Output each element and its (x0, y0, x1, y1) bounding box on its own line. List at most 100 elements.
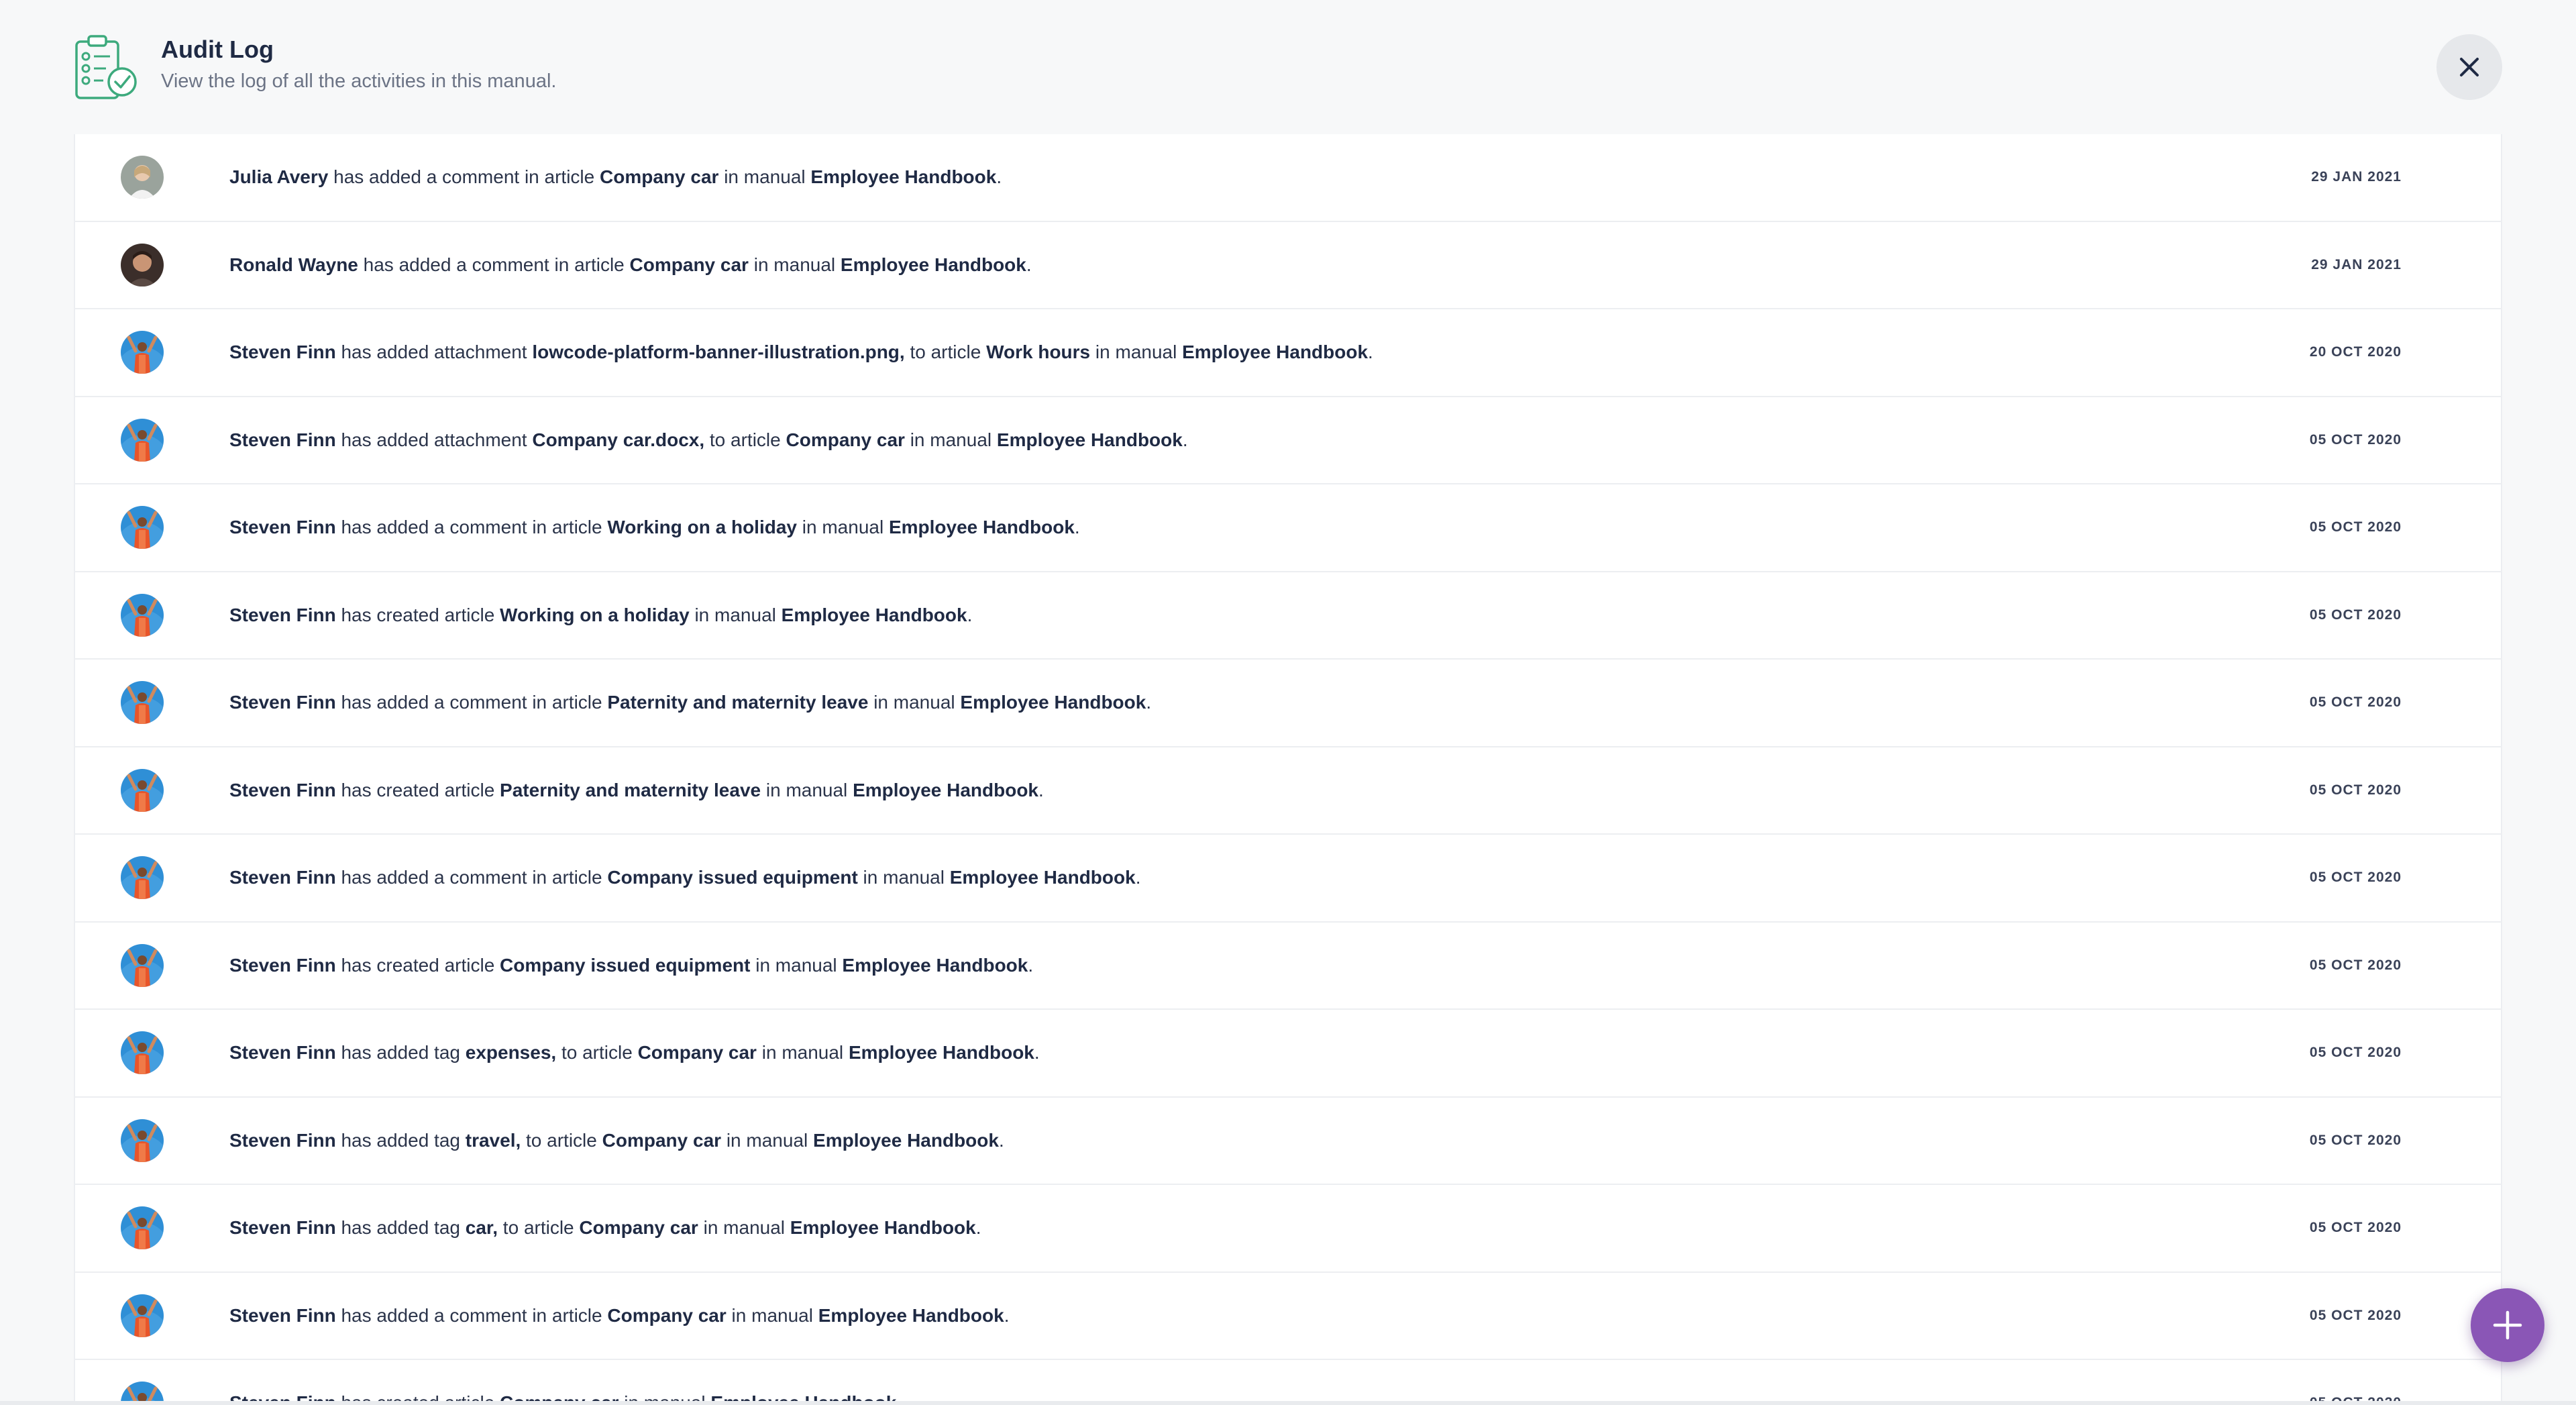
log-message: Steven Finn has added attachment lowcode… (229, 339, 1373, 366)
log-entity: Paternity and maternity leave (500, 779, 761, 800)
log-entity: Company car (607, 1304, 727, 1326)
log-text: in manual (857, 867, 950, 888)
log-message: Steven Finn has added tag expenses, to a… (229, 1039, 1040, 1066)
log-text: . (1146, 692, 1152, 713)
log-text: . (1028, 954, 1034, 976)
log-text: . (1026, 254, 1032, 275)
log-date: 05 OCT 2020 (2309, 1307, 2402, 1323)
avatar (121, 243, 164, 287)
log-entity: Steven Finn (229, 692, 336, 713)
log-entity: Employee Handbook (842, 954, 1028, 976)
log-text: in manual (868, 692, 961, 713)
log-row[interactable]: Steven Finn has added a comment in artic… (75, 1273, 2501, 1360)
avatar (121, 768, 164, 812)
log-text: has added attachment (335, 342, 533, 363)
log-row[interactable]: Steven Finn has added tag expenses, to a… (75, 1010, 2501, 1098)
page-subtitle: View the log of all the activities in th… (161, 70, 557, 92)
log-message: Steven Finn has created article Working … (229, 602, 972, 629)
log-text: . (1034, 1042, 1040, 1063)
avatar (121, 593, 164, 637)
close-button[interactable] (2436, 34, 2502, 100)
avatar (121, 1118, 164, 1162)
log-entity: Steven Finn (229, 867, 336, 888)
log-entity: Steven Finn (229, 517, 336, 538)
log-entity: Julia Avery (229, 166, 329, 188)
log-date: 05 OCT 2020 (2309, 1220, 2402, 1236)
log-date: 05 OCT 2020 (2309, 782, 2402, 798)
log-row[interactable]: Julia Avery has added a comment in artic… (75, 134, 2501, 222)
log-text: has added attachment (335, 429, 533, 450)
log-text: . (1038, 779, 1044, 800)
log-text: in manual (689, 604, 782, 625)
log-entity: Steven Finn (229, 604, 336, 625)
log-entity: Employee Handbook (848, 1042, 1034, 1063)
log-row[interactable]: Steven Finn has created article Company … (75, 1360, 2501, 1405)
log-row[interactable]: Steven Finn has added tag car, to articl… (75, 1185, 2501, 1273)
log-text: has added a comment in article (335, 692, 608, 713)
log-text: has added tag (335, 1217, 466, 1239)
log-text: has created article (335, 954, 500, 976)
add-button[interactable] (2471, 1288, 2544, 1362)
log-text: . (1135, 867, 1141, 888)
log-message: Steven Finn has created article Paternit… (229, 777, 1044, 804)
log-text: has added tag (335, 1042, 466, 1063)
plus-icon (2493, 1310, 2522, 1340)
log-entity: Employee Handbook (853, 779, 1038, 800)
log-date: 20 OCT 2020 (2309, 344, 2402, 360)
log-text: in manual (721, 1129, 814, 1151)
log-entity: Working on a holiday (500, 604, 690, 625)
log-text: to article (498, 1217, 580, 1239)
log-text: . (1368, 342, 1373, 363)
log-message: Julia Avery has added a comment in artic… (229, 164, 1002, 191)
log-row[interactable]: Steven Finn has added tag travel, to art… (75, 1098, 2501, 1185)
log-text: to article (556, 1042, 638, 1063)
log-entity: Steven Finn (229, 429, 336, 450)
log-entity: Company car (579, 1217, 698, 1239)
log-text: . (975, 1217, 981, 1239)
log-entity: Company car (786, 429, 905, 450)
log-message: Steven Finn has added tag travel, to art… (229, 1127, 1004, 1154)
log-row[interactable]: Steven Finn has created article Paternit… (75, 747, 2501, 835)
log-entity: Employee Handbook (888, 517, 1075, 538)
log-entity: Company car (602, 1129, 722, 1151)
log-entity: Steven Finn (229, 779, 336, 800)
log-text: . (996, 166, 1002, 188)
log-entity: Employee Handbook (810, 166, 997, 188)
log-row[interactable]: Steven Finn has created article Company … (75, 923, 2501, 1010)
log-row[interactable]: Steven Finn has added attachment Company… (75, 397, 2501, 484)
log-entity: Employee Handbook (790, 1217, 976, 1239)
log-date: 05 OCT 2020 (2309, 694, 2402, 711)
log-entity: Steven Finn (229, 342, 336, 363)
log-entity: Steven Finn (229, 1217, 336, 1239)
log-row[interactable]: Steven Finn has added a comment in artic… (75, 660, 2501, 747)
log-entity: Company car (629, 254, 749, 275)
log-entity: Company issued equipment (607, 867, 858, 888)
log-row[interactable]: Steven Finn has added a comment in artic… (75, 484, 2501, 572)
audit-log-list[interactable]: Julia Avery has added a comment in artic… (74, 134, 2502, 1405)
log-row[interactable]: Steven Finn has added attachment lowcode… (75, 309, 2501, 397)
log-entity: travel, (465, 1129, 521, 1151)
audit-log-page: Audit Log View the log of all the activi… (0, 0, 2576, 1405)
avatar (121, 331, 164, 374)
log-row[interactable]: Steven Finn has added a comment in artic… (75, 835, 2501, 923)
log-row[interactable]: Ronald Wayne has added a comment in arti… (75, 222, 2501, 309)
close-icon (2460, 58, 2479, 76)
log-text: in manual (718, 166, 811, 188)
log-entity: Paternity and maternity leave (607, 692, 869, 713)
log-message: Ronald Wayne has added a comment in arti… (229, 252, 1032, 278)
log-text: to article (704, 429, 786, 450)
log-text: . (1004, 1304, 1010, 1326)
log-entity: Work hours (986, 342, 1091, 363)
log-entity: Company car (637, 1042, 757, 1063)
log-text: in manual (904, 429, 997, 450)
log-text: . (998, 1129, 1004, 1151)
log-date: 05 OCT 2020 (2309, 870, 2402, 886)
audit-log-header: Audit Log View the log of all the activi… (0, 0, 2576, 134)
log-text: has added a comment in article (358, 254, 630, 275)
log-text: to article (904, 342, 987, 363)
log-entity: Ronald Wayne (229, 254, 358, 275)
log-message: Steven Finn has created article Company … (229, 952, 1033, 979)
log-row[interactable]: Steven Finn has created article Working … (75, 572, 2501, 660)
avatar (121, 943, 164, 987)
avatar (121, 681, 164, 725)
